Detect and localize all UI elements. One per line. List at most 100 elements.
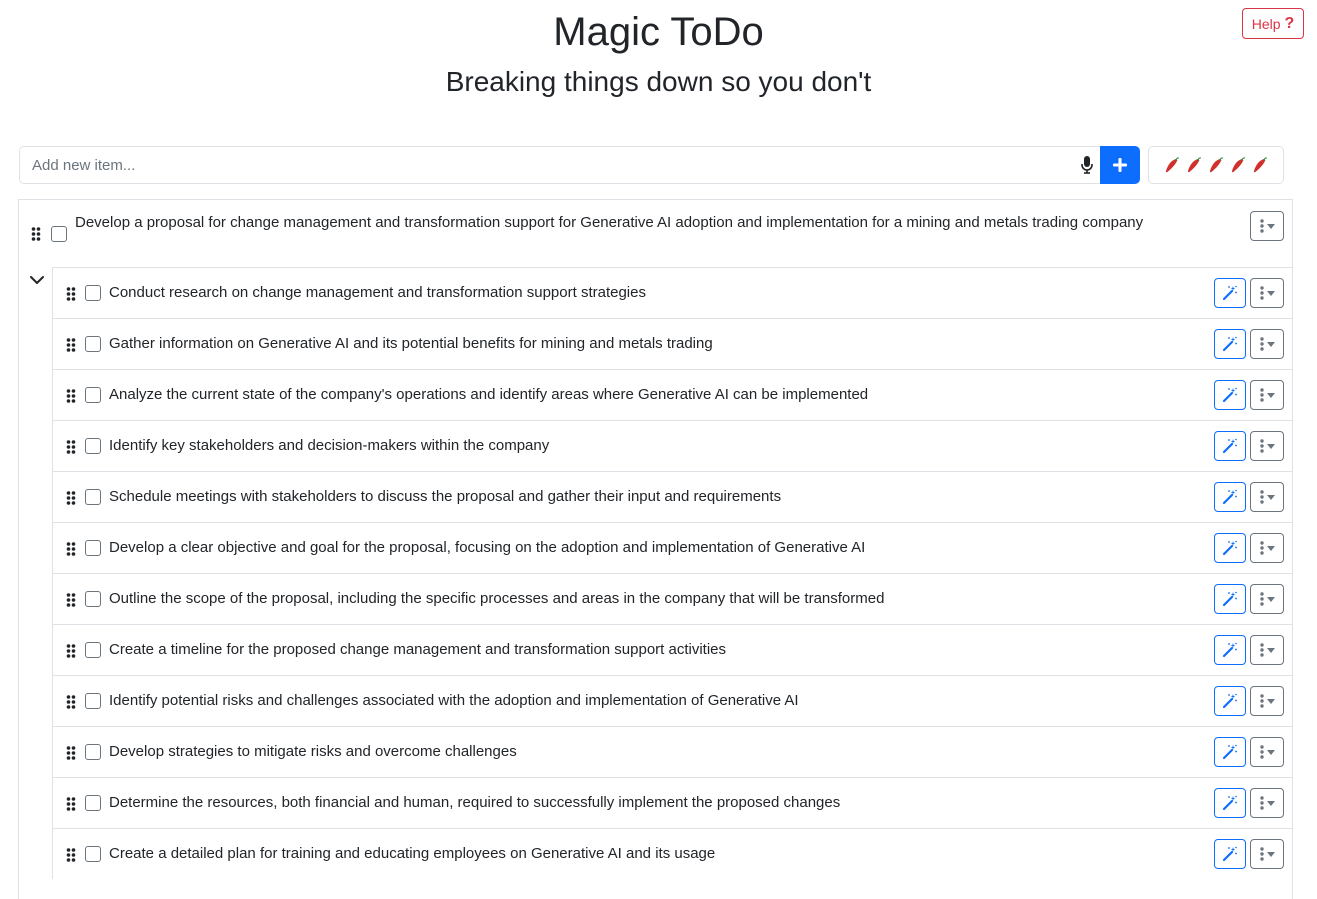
vertical-dots-icon	[1259, 745, 1264, 759]
magic-breakdown-button[interactable]	[1214, 686, 1246, 716]
task-menu-button[interactable]	[1250, 635, 1284, 665]
task-checkbox[interactable]	[85, 795, 101, 811]
drag-handle-icon[interactable]	[66, 593, 76, 607]
caret-down-icon	[1266, 596, 1275, 602]
parent-task: Develop a proposal for change management…	[19, 200, 1292, 268]
drag-handle-icon[interactable]	[66, 389, 76, 403]
page-title: Magic ToDo	[553, 10, 764, 54]
subtask-row: Develop a clear objective and goal for t…	[52, 522, 1293, 573]
drag-handle-icon[interactable]	[31, 227, 41, 241]
subtask-text: Analyze the current state of the company…	[109, 386, 869, 403]
subtask-list: Conduct research on change management an…	[52, 267, 1293, 879]
subtask-row: Develop strategies to mitigate risks and…	[52, 726, 1293, 777]
drag-handle-icon[interactable]	[66, 695, 76, 709]
magic-wand-icon	[1222, 744, 1237, 760]
vertical-dots-icon	[1259, 796, 1264, 810]
magic-breakdown-button[interactable]	[1214, 431, 1246, 461]
caret-down-icon	[1266, 749, 1275, 755]
task-checkbox[interactable]	[85, 642, 101, 658]
drag-handle-icon[interactable]	[66, 338, 76, 352]
task-menu-button[interactable]	[1250, 482, 1284, 512]
subtask-text: Create a detailed plan for training and …	[109, 845, 716, 862]
magic-breakdown-button[interactable]	[1214, 482, 1246, 512]
page-subtitle: Breaking things down so you don't	[445, 66, 872, 97]
chili-pepper-icon[interactable]	[1228, 155, 1248, 175]
drag-handle-icon[interactable]	[66, 287, 76, 301]
task-checkbox[interactable]	[85, 744, 101, 760]
chili-pepper-icon[interactable]	[1184, 155, 1204, 175]
task-checkbox[interactable]	[85, 285, 101, 301]
task-checkbox[interactable]	[85, 438, 101, 454]
subtask-row: Identify potential risks and challenges …	[52, 675, 1293, 726]
subtask-text: Develop a clear objective and goal for t…	[109, 539, 866, 556]
task-menu-button[interactable]	[1250, 278, 1284, 308]
drag-handle-icon[interactable]	[66, 491, 76, 505]
subtask-text: Outline the scope of the proposal, inclu…	[109, 590, 885, 607]
task-menu-button[interactable]	[1250, 329, 1284, 359]
task-checkbox[interactable]	[51, 226, 67, 242]
subtask-text: Create a timeline for the proposed chang…	[109, 641, 727, 658]
magic-breakdown-button[interactable]	[1214, 839, 1246, 869]
subtask-text: Identify key stakeholders and decision-m…	[109, 437, 550, 454]
subtask-row: Identify key stakeholders and decision-m…	[52, 420, 1293, 471]
caret-down-icon	[1266, 341, 1275, 347]
add-item-input[interactable]	[19, 146, 1100, 184]
drag-handle-icon[interactable]	[66, 848, 76, 862]
drag-handle-icon[interactable]	[66, 644, 76, 658]
drag-handle-icon[interactable]	[66, 746, 76, 760]
caret-down-icon	[1266, 392, 1275, 398]
task-checkbox[interactable]	[85, 336, 101, 352]
task-checkbox[interactable]	[85, 489, 101, 505]
caret-down-icon	[1266, 443, 1275, 449]
vertical-dots-icon	[1259, 847, 1264, 861]
task-checkbox[interactable]	[85, 846, 101, 862]
subtask-row: Analyze the current state of the company…	[52, 369, 1293, 420]
vertical-dots-icon	[1259, 286, 1264, 300]
task-menu-button[interactable]	[1250, 380, 1284, 410]
magic-breakdown-button[interactable]	[1214, 329, 1246, 359]
magic-breakdown-button[interactable]	[1214, 584, 1246, 614]
vertical-dots-icon	[1259, 439, 1264, 453]
magic-breakdown-button[interactable]	[1214, 380, 1246, 410]
task-checkbox[interactable]	[85, 591, 101, 607]
magic-wand-icon	[1222, 540, 1237, 556]
task-menu-button[interactable]	[1250, 431, 1284, 461]
task-menu-button[interactable]	[1250, 788, 1284, 818]
caret-down-icon	[1266, 698, 1275, 704]
caret-down-icon	[1266, 851, 1275, 857]
chili-pepper-icon[interactable]	[1206, 155, 1226, 175]
magic-wand-icon	[1222, 591, 1237, 607]
task-checkbox[interactable]	[85, 693, 101, 709]
task-menu-button[interactable]	[1250, 211, 1284, 241]
subtask-text: Schedule meetings with stakeholders to d…	[109, 488, 782, 505]
drag-handle-icon[interactable]	[66, 797, 76, 811]
magic-breakdown-button[interactable]	[1214, 635, 1246, 665]
magic-breakdown-button[interactable]	[1214, 788, 1246, 818]
magic-breakdown-button[interactable]	[1214, 533, 1246, 563]
subtask-row: Create a timeline for the proposed chang…	[52, 624, 1293, 675]
task-checkbox[interactable]	[85, 540, 101, 556]
chili-pepper-icon[interactable]	[1250, 155, 1270, 175]
caret-down-icon	[1266, 545, 1275, 551]
magic-breakdown-button[interactable]	[1214, 737, 1246, 767]
magic-wand-icon	[1222, 846, 1237, 862]
task-checkbox[interactable]	[85, 387, 101, 403]
drag-handle-icon[interactable]	[66, 440, 76, 454]
task-menu-button[interactable]	[1250, 533, 1284, 563]
task-menu-button[interactable]	[1250, 584, 1284, 614]
vertical-dots-icon	[1259, 219, 1264, 233]
magic-wand-icon	[1222, 285, 1237, 301]
microphone-icon[interactable]	[1067, 146, 1107, 184]
vertical-dots-icon	[1259, 337, 1264, 351]
chili-pepper-icon[interactable]	[1162, 155, 1182, 175]
task-menu-button[interactable]	[1250, 839, 1284, 869]
spiciness-selector[interactable]	[1148, 146, 1284, 184]
magic-breakdown-button[interactable]	[1214, 278, 1246, 308]
task-menu-button[interactable]	[1250, 737, 1284, 767]
subtask-text: Conduct research on change management an…	[109, 284, 646, 301]
magic-wand-icon	[1222, 795, 1237, 811]
task-menu-button[interactable]	[1250, 686, 1284, 716]
drag-handle-icon[interactable]	[66, 542, 76, 556]
plus-icon	[1113, 158, 1127, 172]
chevron-down-icon[interactable]	[29, 272, 45, 288]
